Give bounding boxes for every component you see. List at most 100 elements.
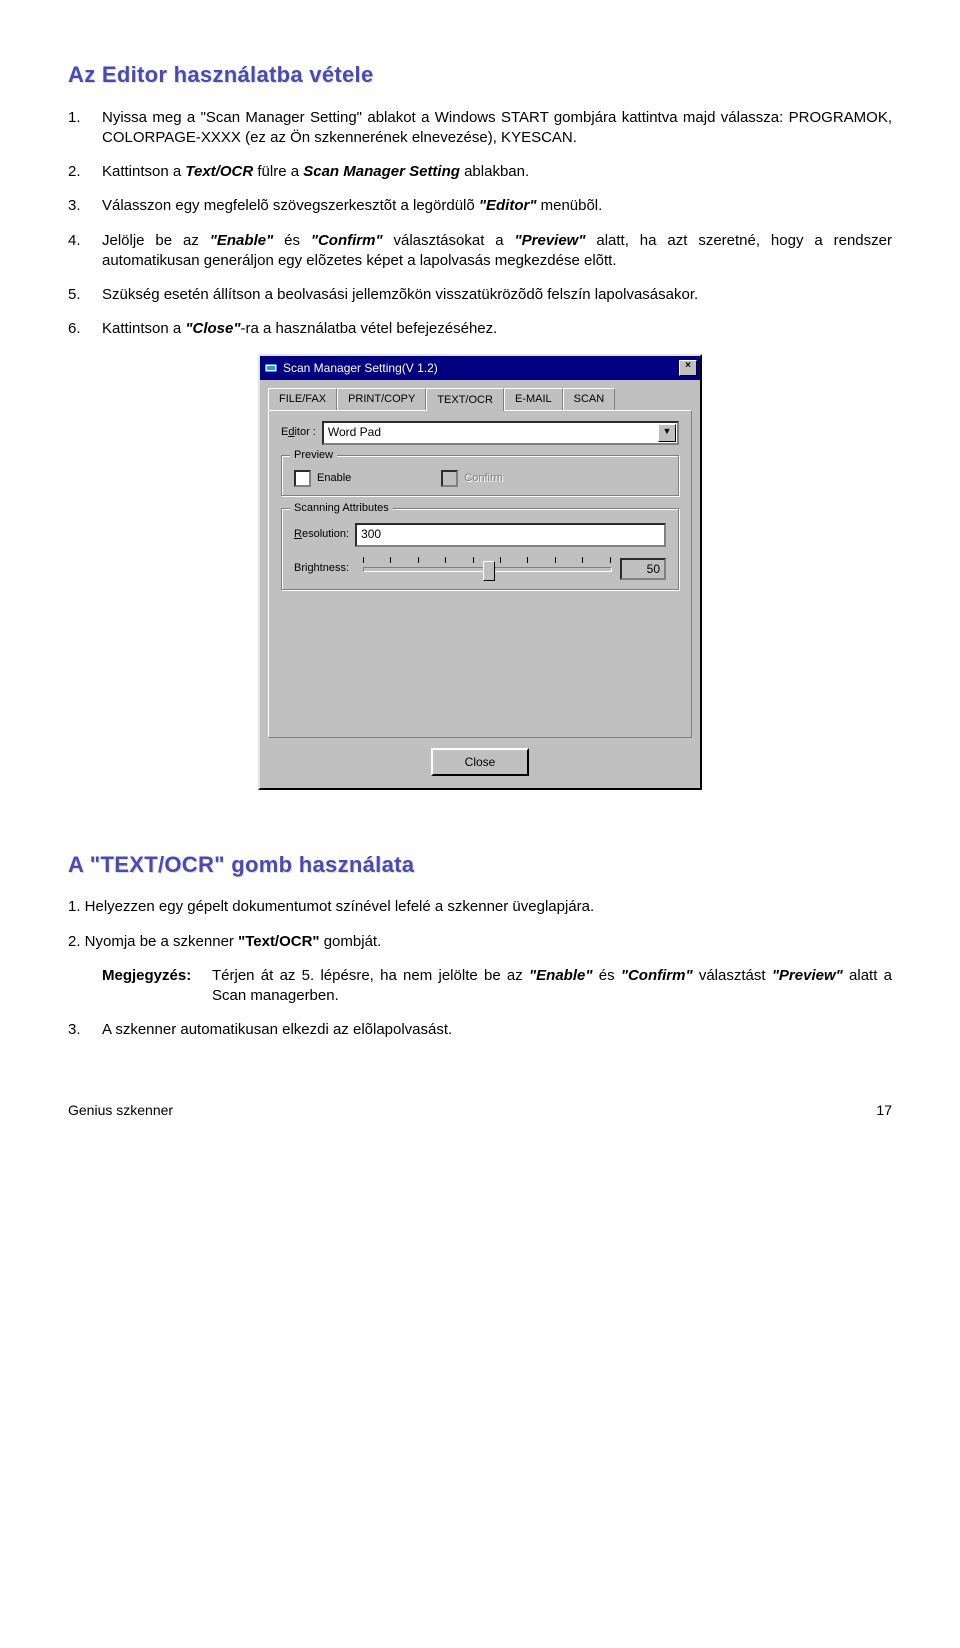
editor-combobox[interactable]: Word Pad ▼ (322, 421, 679, 445)
step-text: 1. Helyezzen egy gépelt dokumentumot szí… (68, 897, 892, 917)
footer-left: Genius szkenner (68, 1101, 173, 1120)
chevron-down-icon[interactable]: ▼ (658, 424, 676, 442)
emph: "Close" (185, 320, 240, 337)
t: és (592, 967, 620, 984)
step-2: 2. Kattintson a Text/OCR fülre a Scan Ma… (68, 162, 892, 182)
step-number: 3. (68, 1020, 102, 1040)
note-text: Térjen át az 5. lépésre, ha nem jelölte … (212, 966, 892, 1007)
step-text: Kattintson a "Close"-ra a használatba vé… (102, 319, 892, 339)
step-text: Nyissa meg a "Scan Manager Setting" abla… (102, 108, 892, 149)
t: -ra a használatba vétel befejezéséhez. (240, 320, 497, 337)
t: Jelölje be az (102, 232, 210, 249)
step-text: 2. Nyomja be a szkenner "Text/OCR" gombj… (68, 932, 892, 952)
emph: "Confirm" (621, 967, 693, 984)
button-row: Close (260, 748, 700, 788)
t: Kattintson a (102, 163, 185, 180)
emph: "Text/OCR" (238, 933, 319, 950)
editor-row: Editor : Word Pad ▼ (281, 421, 679, 445)
step-number: 3. (68, 196, 102, 216)
step-1: 1. Nyissa meg a "Scan Manager Setting" a… (68, 108, 892, 149)
step-text: Válasszon egy megfelelõ szövegszerkesztõ… (102, 196, 892, 216)
t: Kattintson a (102, 320, 185, 337)
step-3: 3. Válasszon egy megfelelõ szövegszerkes… (68, 196, 892, 216)
titlebar: Scan Manager Setting(V 1.2) × (260, 356, 700, 380)
section-heading-1: Az Editor használatba vétele (68, 60, 892, 90)
step-text: A szkenner automatikusan elkezdi az elõl… (102, 1020, 892, 1040)
section-2: A "TEXT/OCR" gomb használata 1. Helyezze… (68, 850, 892, 1041)
note: Megjegyzés: Térjen át az 5. lépésre, ha … (102, 966, 892, 1007)
scanning-attributes-group: Scanning Attributes Resolution: 300 Brig… (281, 508, 679, 590)
checkbox-label: Confirm (464, 471, 503, 486)
t: és (273, 232, 311, 249)
brightness-row: Brightness: (294, 557, 666, 581)
step-5: 5. Szükség esetén állítson a beolvasási … (68, 285, 892, 305)
t: menübõl. (536, 197, 602, 214)
step-4: 4. Jelölje be az "Enable" és "Confirm" v… (68, 231, 892, 272)
editor-label: Editor : (281, 425, 316, 440)
ordered-steps-2: 1. Helyezzen egy gépelt dokumentumot szí… (68, 897, 892, 1040)
brightness-slider[interactable] (363, 557, 612, 581)
emph: "Preview" (772, 967, 843, 984)
close-button[interactable]: Close (431, 748, 530, 776)
t: választást (693, 967, 772, 984)
t: választásokat a (383, 232, 515, 249)
checkbox-label: Enable (317, 471, 351, 486)
note-label: Megjegyzés: (102, 966, 212, 1007)
ordered-steps-1: 1. Nyissa meg a "Scan Manager Setting" a… (68, 108, 892, 340)
app-icon (263, 360, 279, 376)
brightness-value: 50 (620, 558, 666, 580)
resolution-input[interactable]: 300 (355, 523, 666, 547)
section-heading-2: A "TEXT/OCR" gomb használata (68, 850, 892, 880)
checkbox-box[interactable] (294, 470, 311, 487)
emph: Scan Manager Setting (303, 163, 460, 180)
t: ablakban. (460, 163, 529, 180)
emph: "Enable" (529, 967, 592, 984)
tab-text-ocr[interactable]: TEXT/OCR (426, 388, 504, 411)
step-text: Jelölje be az "Enable" és "Confirm" vála… (102, 231, 892, 272)
t: gombját. (320, 933, 382, 950)
confirm-checkbox: Confirm (441, 470, 503, 487)
t: Válasszon egy megfelelõ szövegszerkesztõ… (102, 197, 479, 214)
emph: "Preview" (515, 232, 586, 249)
brightness-label: Brightness: (294, 561, 349, 576)
tab-file-fax[interactable]: FILE/FAX (268, 388, 337, 410)
step-number: 6. (68, 319, 102, 339)
page-footer: Genius szkenner 17 (68, 1101, 892, 1120)
step-2: 2. Nyomja be a szkenner "Text/OCR" gombj… (68, 932, 892, 952)
emph: "Confirm" (311, 232, 383, 249)
emph: "Enable" (210, 232, 273, 249)
enable-checkbox[interactable]: Enable (294, 470, 351, 487)
tabs: FILE/FAX PRINT/COPY TEXT/OCR E-MAIL SCAN (260, 380, 700, 410)
emph: "Editor" (479, 197, 537, 214)
close-icon[interactable]: × (679, 360, 697, 376)
scan-manager-dialog: Scan Manager Setting(V 1.2) × FILE/FAX P… (258, 354, 702, 790)
slider-thumb[interactable] (483, 561, 495, 581)
step-number: 2. (68, 162, 102, 182)
t: 2. Nyomja be a szkenner (68, 933, 238, 950)
dialog-screenshot: Scan Manager Setting(V 1.2) × FILE/FAX P… (68, 354, 892, 790)
resolution-row: Resolution: 300 (294, 523, 666, 547)
step-number: 4. (68, 231, 102, 272)
tab-print-copy[interactable]: PRINT/COPY (337, 388, 426, 410)
checkbox-box (441, 470, 458, 487)
preview-group: Preview Enable Confirm (281, 455, 679, 496)
step-text: Szükség esetén állítson a beolvasási jel… (102, 285, 892, 305)
group-title: Scanning Attributes (290, 501, 393, 516)
tab-panel: Editor : Word Pad ▼ Preview Enable Confi… (268, 410, 692, 738)
step-3: 3. A szkenner automatikusan elkezdi az e… (68, 1020, 892, 1040)
step-1: 1. Helyezzen egy gépelt dokumentumot szí… (68, 897, 892, 917)
footer-page-number: 17 (876, 1101, 892, 1120)
t: fülre a (253, 163, 303, 180)
step-text: Kattintson a Text/OCR fülre a Scan Manag… (102, 162, 892, 182)
tab-email[interactable]: E-MAIL (504, 388, 563, 410)
step-6: 6. Kattintson a "Close"-ra a használatba… (68, 319, 892, 339)
tab-scan[interactable]: SCAN (563, 388, 616, 410)
t: Térjen át az 5. lépésre, ha nem jelölte … (212, 967, 529, 984)
resolution-label: Resolution: (294, 527, 349, 542)
emph: Text/OCR (185, 163, 253, 180)
editor-value: Word Pad (324, 424, 657, 440)
group-title: Preview (290, 448, 337, 463)
step-number: 1. (68, 108, 102, 149)
step-number: 5. (68, 285, 102, 305)
window-title: Scan Manager Setting(V 1.2) (283, 360, 679, 376)
